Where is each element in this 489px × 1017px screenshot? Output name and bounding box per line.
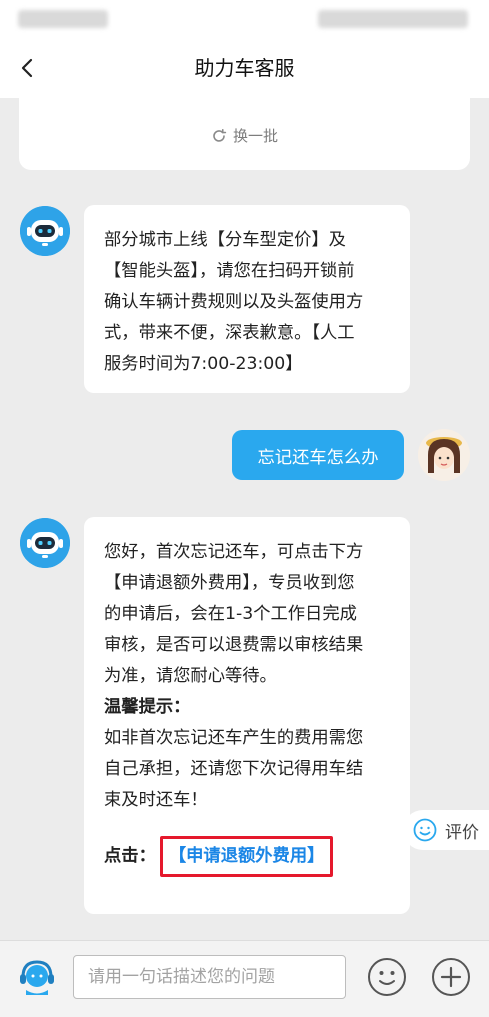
bot-avatar	[20, 206, 70, 256]
status-bar	[0, 0, 489, 38]
click-row: 点击： 【申请退额外费用】	[104, 836, 390, 877]
tip-title: 温馨提示：	[104, 697, 191, 717]
click-label: 点击：	[104, 846, 156, 866]
suggestion-card: 换一批	[19, 98, 470, 170]
bot-message: 部分城市上线【分车型定价】及 【智能头盔】，请您在扫码开锁前 确认车辆计费规则以…	[84, 205, 410, 393]
emoji-icon	[379, 971, 395, 985]
input-bar	[0, 940, 489, 1017]
plus-button[interactable]	[432, 958, 470, 996]
message-line: 式，带来不便，深表歉意。【人工	[104, 323, 355, 343]
status-right-blur	[318, 10, 468, 28]
smile-icon	[413, 818, 437, 842]
refresh-label: 换一批	[232, 127, 278, 145]
message-line: 服务时间为7:00-23:00】	[104, 354, 303, 374]
message-line: 为准，请您耐心等待。	[104, 666, 277, 686]
message-line: 您好，首次忘记还车，可点击下方	[104, 542, 364, 562]
user-message-text: 忘记还车怎么办	[257, 447, 379, 468]
message-line: 【智能头盔】，请您在扫码开锁前	[104, 261, 355, 281]
refresh-icon	[213, 128, 227, 142]
evaluate-label: 评价	[445, 822, 479, 843]
tip-line: 自己承担，还请您下次记得用车结	[104, 759, 364, 779]
bot-avatar	[20, 518, 70, 568]
robot-icon	[20, 518, 70, 568]
message-line: 【申请退额外费用】，专员收到您	[104, 573, 355, 593]
tip-line: 束及时还车！	[104, 790, 208, 810]
message-line: 审核，是否可以退费需以审核结果	[104, 635, 364, 655]
user-avatar	[418, 429, 470, 481]
refresh-button[interactable]: 换一批	[19, 125, 470, 146]
page-title: 助力车客服	[194, 56, 295, 80]
status-left-blur	[18, 10, 108, 28]
user-message: 忘记还车怎么办	[232, 430, 404, 480]
emoji-button[interactable]	[368, 958, 406, 996]
plus-icon	[440, 966, 462, 988]
bot-message: 您好，首次忘记还车，可点击下方 【申请退额外费用】，专员收到您 的申请后，会在1…	[84, 517, 410, 914]
customer-service-button[interactable]	[16, 957, 58, 999]
evaluate-button[interactable]: 评价	[403, 810, 489, 850]
message-line: 部分城市上线【分车型定价】及	[104, 230, 346, 250]
headset-service-icon	[20, 960, 54, 995]
tip-line: 如非首次忘记还车产生的费用需您	[104, 728, 364, 748]
message-line: 确认车辆计费规则以及头盔使用方	[104, 292, 364, 312]
refund-link[interactable]: 【申请退额外费用】	[169, 846, 325, 866]
message-input[interactable]	[73, 955, 346, 999]
chat-area: 换一批 部分城市上线【分车型定价】及 【智能头盔】，请您在扫码开锁前 确认车辆计…	[0, 98, 489, 940]
message-line: 的申请后，会在1-3个工作日完成	[104, 604, 357, 624]
user-avatar-icon	[418, 429, 470, 481]
refund-link-highlight[interactable]: 【申请退额外费用】	[159, 836, 334, 877]
robot-icon	[20, 206, 70, 256]
nav-bar: 助力车客服	[0, 38, 489, 98]
